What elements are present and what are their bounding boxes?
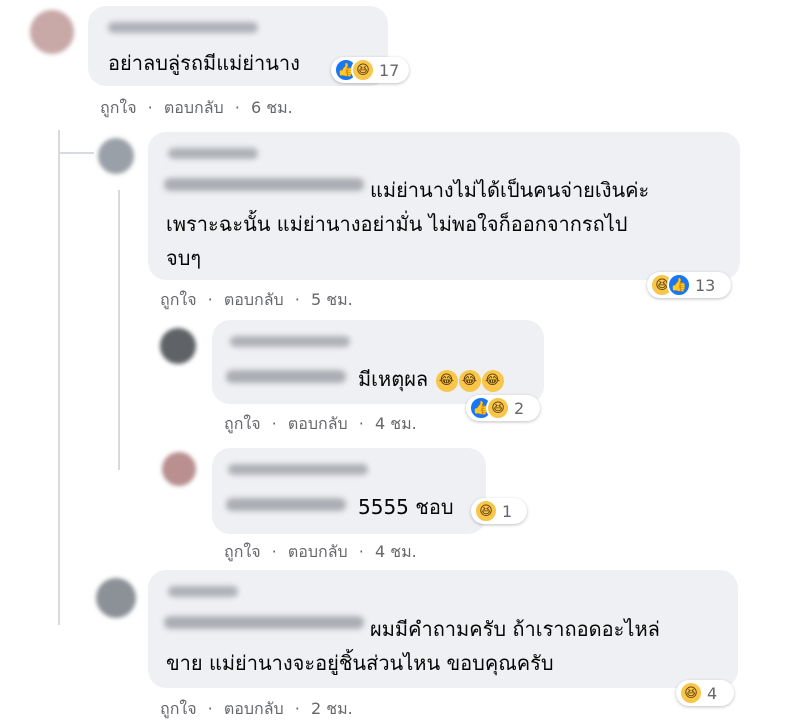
separator: · [207,699,213,718]
avatar[interactable] [160,328,196,364]
thread-line-nested [118,190,120,470]
author-name-blurred[interactable] [108,22,258,33]
reaction-summary[interactable]: 😆 1 [471,498,527,524]
like-link[interactable]: ถูกใจ [224,542,261,561]
reply-link[interactable]: ตอบกลับ [224,699,284,718]
separator: · [294,290,300,309]
comment-actions: ถูกใจ · ตอบกลับ · 5 ชม. [160,288,353,313]
reply-link[interactable]: ตอบกลับ [164,98,224,117]
comment-text-line: 5555 ชอบ [358,495,454,519]
like-link[interactable]: ถูกใจ [224,414,261,433]
timestamp[interactable]: 2 ชม. [311,699,353,718]
timestamp[interactable]: 4 ชม. [375,414,417,433]
haha-emoji: 😂 [458,369,481,392]
like-link[interactable]: ถูกใจ [160,290,197,309]
comment-text: มีเหตุผล 😂 😂 😂 [358,362,504,396]
separator: · [294,699,300,718]
separator: · [207,290,213,309]
comment-text-line: ขาย แม่ย่านางจะอยู่ชิ้นส่วนไหน ขอบคุณครั… [166,651,554,675]
comment-actions: ถูกใจ · ตอบกลับ · 4 ชม. [224,540,417,565]
timestamp[interactable]: 6 ชม. [251,98,293,117]
mention-tag-blurred[interactable] [226,370,346,383]
haha-icon: 😆 [351,58,375,82]
comment-text-line: ผมมีคำถามครับ ถ้าเราถอดอะไหล่ [370,617,660,641]
timestamp[interactable]: 4 ชม. [375,542,417,561]
author-name-blurred[interactable] [228,464,368,475]
comment-text: แม่ย่านางไม่ได้เป็นคนจ่ายเงินค่ะ เพราะฉะ… [166,173,649,275]
comment-text-line: แม่ย่านางไม่ได้เป็นคนจ่ายเงินค่ะ [370,178,650,202]
reply-link[interactable]: ตอบกลับ [224,290,284,309]
comment-text-line: มีเหตุผล [358,367,429,391]
mention-tag-blurred[interactable] [226,498,346,511]
comment-actions: ถูกใจ · ตอบกลับ · 4 ชม. [224,412,417,437]
comment-text-line: เพราะฉะนั้น แม่ย่านางอย่ามั่น ไม่พอใจก็อ… [166,212,628,236]
haha-icon: 😆 [486,396,510,420]
separator: · [271,542,277,561]
like-link[interactable]: ถูกใจ [100,98,137,117]
separator: · [358,542,364,561]
comment-text-line: อย่าลบลู่รถมีแม่ย่านาง [108,51,300,75]
haha-emoji: 😂 [435,369,458,392]
avatar[interactable] [96,578,136,618]
reaction-count: 4 [707,683,718,703]
comment-text-line: จบๆ [166,246,202,270]
thread-line-connector [58,152,94,154]
avatar[interactable] [162,452,196,486]
avatar[interactable] [30,10,74,54]
thread-line-main [58,130,60,625]
timestamp[interactable]: 5 ชม. [311,290,353,309]
avatar[interactable] [98,138,134,174]
author-name-blurred[interactable] [168,586,238,597]
comment-actions: ถูกใจ · ตอบกลับ · 6 ชม. [100,96,293,121]
like-link[interactable]: ถูกใจ [160,699,197,718]
comment-text: 5555 ชอบ [358,490,454,524]
reaction-count: 1 [502,501,513,521]
reaction-summary[interactable]: 👍 😆 17 [331,57,409,83]
like-icon: 👍 [667,273,691,297]
separator: · [358,414,364,433]
reaction-summary[interactable]: 👍 😆 2 [466,395,540,421]
author-name-blurred[interactable] [230,336,350,347]
reaction-summary[interactable]: 😆 👍 13 [647,272,731,298]
comment-actions: ถูกใจ · ตอบกลับ · 2 ชม. [160,697,353,722]
haha-icon: 😆 [679,681,703,705]
separator: · [234,98,240,117]
reaction-count: 13 [695,275,716,295]
reaction-count: 17 [379,60,400,80]
reply-link[interactable]: ตอบกลับ [288,414,348,433]
author-name-blurred[interactable] [168,148,258,159]
haha-icon: 😆 [474,499,498,523]
reaction-count: 2 [514,398,525,418]
separator: · [271,414,277,433]
comment-text: ผมมีคำถามครับ ถ้าเราถอดอะไหล่ ขาย แม่ย่า… [166,612,660,680]
reply-link[interactable]: ตอบกลับ [288,542,348,561]
reaction-summary[interactable]: 😆 4 [676,680,734,706]
haha-emoji: 😂 [481,369,504,392]
separator: · [147,98,153,117]
comment-text: อย่าลบลู่รถมีแม่ย่านาง [108,46,300,80]
